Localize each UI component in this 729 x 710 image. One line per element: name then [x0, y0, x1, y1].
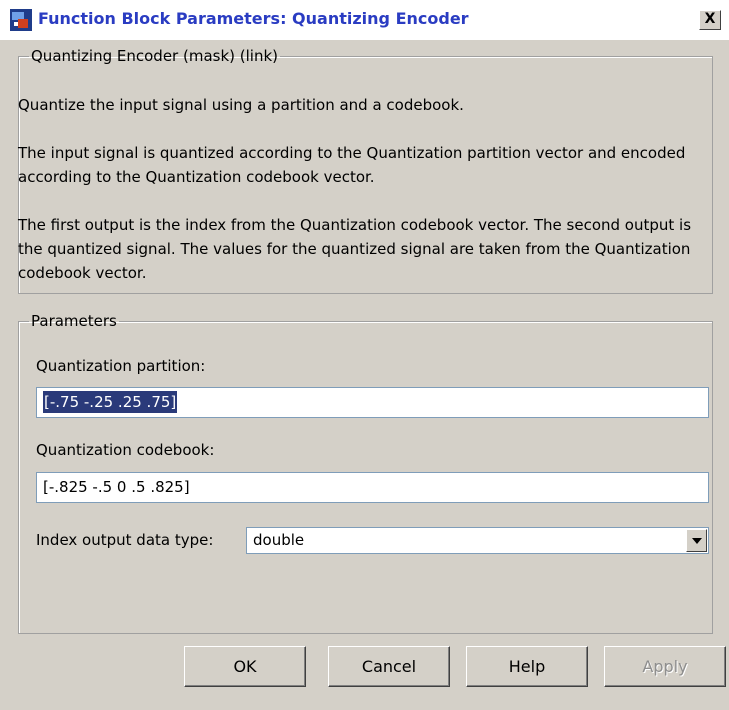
help-button[interactable]: Help: [466, 646, 588, 687]
description-legend: Quantizing Encoder (mask) (link): [31, 47, 279, 65]
cancel-button[interactable]: Cancel: [328, 646, 450, 687]
partition-value: [-.75 -.25 .25 .75]: [43, 391, 178, 413]
apply-button[interactable]: Apply: [604, 646, 726, 687]
description-paragraph-1: Quantize the input signal using a partit…: [18, 96, 464, 114]
codebook-value: [-.825 -.5 0 .5 .825]: [43, 478, 190, 496]
partition-label: Quantization partition:: [36, 357, 206, 375]
title-bar: Function Block Parameters: Quantizing En…: [0, 0, 729, 40]
close-icon: X: [704, 11, 716, 27]
codebook-label: Quantization codebook:: [36, 441, 215, 459]
index-type-label: Index output data type:: [36, 531, 214, 549]
codebook-field[interactable]: [-.825 -.5 0 .5 .825]: [36, 472, 709, 503]
index-type-value: double: [253, 531, 305, 549]
parameters-legend: Parameters: [31, 312, 117, 330]
close-button[interactable]: X: [699, 10, 721, 30]
description-paragraph-2: The input signal is quantized according …: [18, 144, 686, 186]
description-paragraph-3: The first output is the index from the Q…: [18, 216, 692, 282]
dropdown-button[interactable]: [686, 529, 707, 552]
ok-button[interactable]: OK: [184, 646, 306, 687]
window-title: Function Block Parameters: Quantizing En…: [38, 9, 469, 28]
partition-field[interactable]: [-.75 -.25 .25 .75]: [36, 387, 709, 418]
chevron-down-icon: [692, 538, 702, 544]
index-type-select[interactable]: double: [246, 527, 709, 554]
simulink-block-icon: [10, 9, 32, 31]
